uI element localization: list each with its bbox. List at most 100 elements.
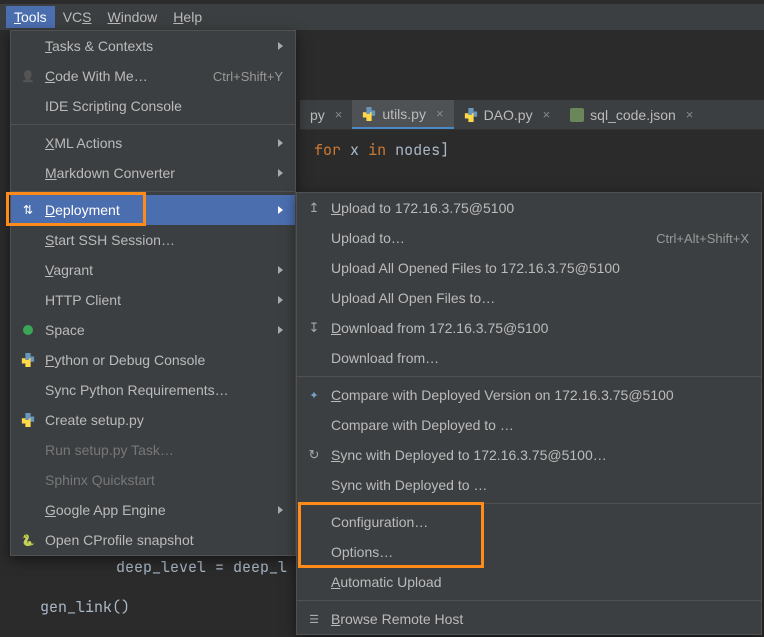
tools-item-google-app-engine[interactable]: Google App Engine: [11, 495, 295, 525]
menu-icon-empty: [305, 259, 323, 277]
snap-icon: [19, 531, 37, 549]
menu-icon-empty: [19, 261, 37, 279]
menu-item-label: Upload to…: [331, 230, 636, 246]
deploy-item-upload-all-open-files-to[interactable]: Upload All Open Files to…: [297, 283, 761, 313]
tools-item-start-ssh-session[interactable]: Start SSH Session…: [11, 225, 295, 255]
menu-item-label: Automatic Upload: [331, 574, 749, 590]
upload-icon: [305, 199, 323, 217]
menu-separator: [297, 376, 761, 377]
tab-sqlcode[interactable]: sql_code.json ×: [560, 100, 703, 129]
tools-menu: Tasks & Contexts Code With Me… Ctrl+Shift+…: [10, 30, 296, 556]
submenu-arrow-icon: [278, 296, 283, 304]
compare-icon: [305, 386, 323, 404]
tools-item-create-setup-py[interactable]: Create setup.py: [11, 405, 295, 435]
menu-separator: [11, 124, 295, 125]
close-icon[interactable]: ×: [543, 107, 551, 122]
menu-icon-empty: [305, 476, 323, 494]
tools-item-code-with-me[interactable]: Code With Me… Ctrl+Shift+Y: [11, 61, 295, 91]
tools-item-space[interactable]: Space: [11, 315, 295, 345]
menu-item-label: Browse Remote Host: [331, 611, 749, 627]
menubar-item-help[interactable]: Help: [165, 6, 210, 28]
tab-label: DAO.py: [484, 107, 533, 123]
menu-item-shortcut: Ctrl+Shift+Y: [213, 69, 283, 84]
submenu-arrow-icon: [278, 326, 283, 334]
deploy-item-browse-remote-host[interactable]: Browse Remote Host: [297, 604, 761, 634]
tools-item-markdown-converter[interactable]: Markdown Converter: [11, 158, 295, 188]
menu-item-label: HTTP Client: [45, 292, 262, 308]
menu-item-shortcut: Ctrl+Alt+Shift+X: [656, 231, 749, 246]
menu-item-label: Markdown Converter: [45, 165, 262, 181]
deploy-item-upload-to-172-16-3-75-5100[interactable]: Upload to 172.16.3.75@5100: [297, 193, 761, 223]
tools-item-deployment[interactable]: Deployment: [11, 195, 295, 225]
menu-item-label: Compare with Deployed Version on 172.16.…: [331, 387, 749, 403]
tab-dao[interactable]: DAO.py ×: [454, 100, 561, 129]
menu-item-label: IDE Scripting Console: [45, 98, 283, 114]
deploy-item-upload-all-opened-files-to-172-16-3-75-5100[interactable]: Upload All Opened Files to 172.16.3.75@5…: [297, 253, 761, 283]
tab-file[interactable]: py ×: [300, 100, 352, 129]
menu-item-label: Download from 172.16.3.75@5100: [331, 320, 749, 336]
menu-item-label: Python or Debug Console: [45, 352, 283, 368]
deploy-item-options[interactable]: Options…: [297, 537, 761, 567]
python-file-icon: [464, 108, 478, 122]
menu-icon-empty: [19, 134, 37, 152]
menu-icon-empty: [305, 573, 323, 591]
tools-item-vagrant[interactable]: Vagrant: [11, 255, 295, 285]
menu-item-label: Create setup.py: [45, 412, 283, 428]
deploy-item-configuration[interactable]: Configuration…: [297, 507, 761, 537]
deploy-item-upload-to[interactable]: Upload to… Ctrl+Alt+Shift+X: [297, 223, 761, 253]
tools-item-open-cprofile-snapshot[interactable]: Open CProfile snapshot: [11, 525, 295, 555]
tab-utils[interactable]: utils.py ×: [352, 100, 453, 129]
deploy-item-download-from[interactable]: Download from…: [297, 343, 761, 373]
tab-label: py: [310, 107, 325, 123]
menu-item-label: Sync with Deployed to …: [331, 477, 749, 493]
menu-icon-empty: [305, 543, 323, 561]
menubar-item-window[interactable]: Window: [99, 6, 165, 28]
menu-item-label: Compare with Deployed to …: [331, 417, 749, 433]
menu-icon-empty: [305, 416, 323, 434]
menubar-item-vcs[interactable]: VCS: [55, 6, 100, 28]
menu-item-label: Code With Me…: [45, 68, 193, 84]
menu-separator: [11, 191, 295, 192]
deploy-item-compare-with-deployed-to[interactable]: Compare with Deployed to …: [297, 410, 761, 440]
menu-item-label: XML Actions: [45, 135, 262, 151]
submenu-arrow-icon: [278, 139, 283, 147]
menu-icon-empty: [305, 229, 323, 247]
menu-icon-empty: [305, 349, 323, 367]
deploy-item-sync-with-deployed-to[interactable]: Sync with Deployed to …: [297, 470, 761, 500]
menu-item-label: Configuration…: [331, 514, 749, 530]
close-icon[interactable]: ×: [686, 107, 694, 122]
tools-item-http-client[interactable]: HTTP Client: [11, 285, 295, 315]
space-icon: [19, 321, 37, 339]
tools-item-tasks-contexts[interactable]: Tasks & Contexts: [11, 31, 295, 61]
tools-item-run-setup-py-task: Run setup.py Task…: [11, 435, 295, 465]
deploy-item-automatic-upload[interactable]: Automatic Upload: [297, 567, 761, 597]
tools-item-python-or-debug-console[interactable]: Python or Debug Console: [11, 345, 295, 375]
tab-label: utils.py: [382, 106, 426, 122]
deploy-item-sync-with-deployed-to-172-16-3-75-5100[interactable]: Sync with Deployed to 172.16.3.75@5100…: [297, 440, 761, 470]
tools-item-sync-python-requirements[interactable]: Sync Python Requirements…: [11, 375, 295, 405]
menu-icon-empty: [19, 37, 37, 55]
close-icon[interactable]: ×: [335, 107, 343, 122]
submenu-arrow-icon: [278, 42, 283, 50]
deploy-item-download-from-172-16-3-75-5100[interactable]: Download from 172.16.3.75@5100: [297, 313, 761, 343]
menubar-item-tools[interactable]: Tools: [6, 6, 55, 28]
menu-item-label: Run setup.py Task…: [45, 442, 283, 458]
close-icon[interactable]: ×: [436, 106, 444, 121]
menu-item-label: Tasks & Contexts: [45, 38, 262, 54]
menu-icon-empty: [19, 164, 37, 182]
menu-icon-empty: [19, 471, 37, 489]
submenu-arrow-icon: [278, 206, 283, 214]
menu-item-label: Upload to 172.16.3.75@5100: [331, 200, 749, 216]
tools-item-sphinx-quickstart: Sphinx Quickstart: [11, 465, 295, 495]
menu-item-label: Sync Python Requirements…: [45, 382, 283, 398]
menu-separator: [297, 600, 761, 601]
deploy-item-compare-with-deployed-version-on-172-16-3-75-5100[interactable]: Compare with Deployed Version on 172.16.…: [297, 380, 761, 410]
tools-item-xml-actions[interactable]: XML Actions: [11, 128, 295, 158]
python-file-icon: [362, 107, 376, 121]
json-file-icon: [570, 108, 584, 122]
tools-item-ide-scripting-console[interactable]: IDE Scripting Console: [11, 91, 295, 121]
deploy-icon: [19, 201, 37, 219]
menu-icon-empty: [19, 97, 37, 115]
menu-item-label: Vagrant: [45, 262, 262, 278]
tab-label: sql_code.json: [590, 107, 676, 123]
